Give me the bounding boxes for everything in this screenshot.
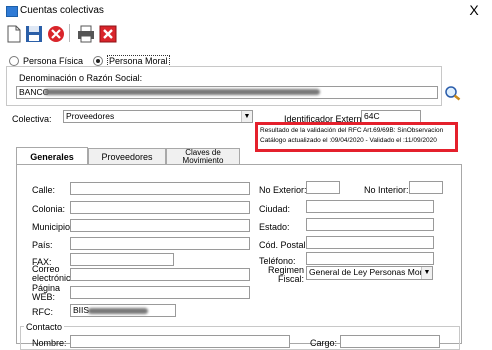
- toolbar-separator: [69, 24, 70, 42]
- tab-proveedores[interactable]: Proveedores: [88, 148, 166, 164]
- delete-button[interactable]: [98, 24, 118, 44]
- fax-input[interactable]: [70, 253, 174, 266]
- colonia-label: Colonia:: [32, 204, 66, 214]
- municipio-input[interactable]: [70, 219, 250, 232]
- pagina-input[interactable]: [70, 286, 250, 299]
- identificador-value: 64C: [364, 111, 380, 121]
- regimen-label: Regimen Fiscal:: [267, 265, 304, 284]
- rfc-label: RFC:: [32, 307, 53, 317]
- print-icon: [78, 25, 94, 43]
- municipio-label: Municipio:: [32, 222, 73, 232]
- colectiva-label: Colectiva:: [12, 114, 52, 124]
- window-close-button[interactable]: X: [465, 2, 483, 18]
- cod-postal-input[interactable]: [306, 236, 434, 249]
- calle-label: Calle:: [32, 185, 56, 195]
- redacted-name: [44, 89, 320, 95]
- correo-label: Correo electrónico: [32, 264, 76, 283]
- no-interior-label: No Interior:: [364, 185, 409, 195]
- no-exterior-label: No Exterior:: [259, 185, 307, 195]
- cod-postal-label: Cód. Postal:: [259, 240, 309, 250]
- tab-generales[interactable]: Generales: [16, 147, 88, 165]
- colectiva-value: Proveedores: [66, 111, 115, 121]
- tab-claves[interactable]: Claves de Movimiento: [166, 148, 240, 165]
- telefono-input[interactable]: [306, 252, 434, 265]
- ciudad-input[interactable]: [306, 200, 434, 213]
- chevron-down-icon: ▼: [421, 267, 432, 279]
- no-exterior-input[interactable]: [306, 181, 340, 194]
- denominacion-label: Denominación o Razón Social:: [19, 73, 143, 83]
- persona-moral-radio[interactable]: [93, 56, 103, 66]
- cargo-label: Cargo:: [310, 338, 338, 348]
- estado-input[interactable]: [306, 218, 434, 231]
- persona-fisica-radio[interactable]: [9, 56, 19, 66]
- regimen-value: General de Ley Personas Morale: [309, 267, 433, 277]
- nombre-input[interactable]: [70, 335, 290, 348]
- delete-icon: [99, 25, 117, 43]
- window-title: Cuentas colectivas: [20, 5, 104, 16]
- cargo-input[interactable]: [340, 335, 440, 348]
- correo-input[interactable]: [70, 268, 250, 281]
- ciudad-label: Ciudad:: [259, 204, 291, 214]
- no-interior-input[interactable]: [409, 181, 443, 194]
- toolbar: [0, 20, 492, 46]
- print-button[interactable]: [76, 24, 96, 44]
- rfc-catalog-date: Catálogo actualizado el :09/04/2020 - Va…: [260, 137, 437, 144]
- regimen-select[interactable]: General de Ley Personas Morale ▼: [306, 266, 433, 280]
- rfc-validation-result: Resultado de la validación del RFC Art.6…: [260, 127, 444, 134]
- pagina-label: Página WEB:: [32, 283, 61, 302]
- search-button[interactable]: [444, 85, 462, 101]
- contacto-label: Contacto: [24, 322, 65, 332]
- cancel-button[interactable]: [46, 24, 66, 44]
- new-document-icon: [7, 25, 21, 43]
- nombre-label: Nombre:: [32, 338, 67, 348]
- cancel-icon: [48, 26, 64, 42]
- redacted-rfc: [88, 308, 148, 314]
- colonia-input[interactable]: [70, 201, 250, 214]
- pais-label: País:: [32, 240, 53, 250]
- rfc-value: BIIS: [73, 305, 90, 315]
- search-icon: [445, 86, 461, 101]
- pais-input[interactable]: [70, 237, 250, 250]
- save-icon: [26, 26, 42, 42]
- colectiva-select[interactable]: Proveedores ▼: [63, 110, 253, 123]
- app-icon: [6, 6, 18, 17]
- estado-label: Estado:: [259, 222, 290, 232]
- new-document-button[interactable]: [4, 24, 24, 44]
- persona-fisica-label: Persona Física: [23, 56, 84, 66]
- chevron-down-icon: ▼: [241, 111, 252, 122]
- calle-input[interactable]: [70, 182, 250, 195]
- save-button[interactable]: [24, 24, 44, 44]
